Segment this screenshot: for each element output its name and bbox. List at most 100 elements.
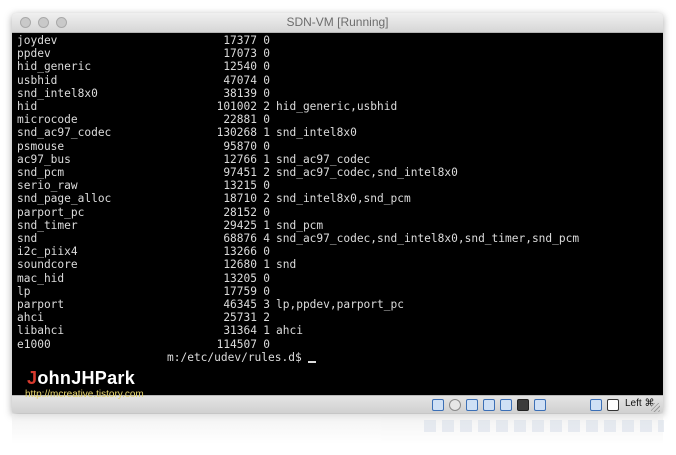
shared-folders-icon[interactable] [483,399,495,411]
module-used-by: snd_ac97_codec,snd_intel8x0,snd_timer,sn… [276,232,580,245]
module-row: soundcore 12680 1 snd [17,258,657,271]
hard-disk-icon[interactable] [432,399,444,411]
module-size: 25731 [223,311,257,325]
module-name: parport_pc [17,205,85,219]
module-name: hid [17,100,38,113]
module-size: 101002 [216,100,257,113]
module-used-count: 0 [263,113,270,127]
watermark-name: ohnJHPark [37,368,136,388]
module-row: snd_page_alloc 18710 2 snd_intel8x0,snd_pcm [17,192,657,205]
module-used-count: 0 [263,179,270,193]
optical-drive-icon[interactable] [449,399,461,411]
module-used-count: 0 [263,73,270,87]
module-name: serio_raw [17,179,78,193]
module-name: snd_ac97_codec [17,126,112,140]
module-row: joydev 17377 0 [17,34,657,47]
module-row: hid 101002 2 hid_generic,usbhid [17,100,657,113]
resize-grip[interactable] [651,403,660,412]
module-name: ac97_bus [17,152,71,166]
module-used-count: 0 [263,60,270,74]
video-capture-icon[interactable] [534,399,546,411]
shell-prompt[interactable]: m:/etc/udev/rules.d$ [167,350,317,364]
module-used-by: snd_intel8x0,snd_pcm [276,192,411,206]
module-size: 97451 [223,166,257,179]
module-used-count: 2 [263,100,270,113]
module-used-count: 0 [263,337,270,351]
module-size: 46345 [223,298,257,311]
module-row: i2c_piix4 13266 0 [17,245,657,258]
prompt-spacer [302,351,309,364]
module-row: libahci 31364 1 ahci [17,324,657,337]
mouse-integration-icon[interactable] [590,399,602,411]
module-row: snd_timer 29425 1 snd_pcm [17,219,657,232]
module-size: 31364 [223,324,257,338]
module-name: psmouse [17,139,65,153]
module-name: libahci [17,324,65,338]
window-title: SDN-VM [Running] [286,15,389,29]
module-row: snd 68876 4 snd_ac97_codec,snd_intel8x0,snd… [17,232,657,245]
module-used-count: 0 [263,86,270,100]
keyboard-capture-icon[interactable] [607,399,619,411]
title-bar[interactable]: SDN-VM [Running] [12,13,663,33]
module-size: 68876 [223,232,257,245]
module-used-count: 0 [263,34,270,47]
module-used-count: 3 [263,298,270,311]
module-size: 12766 [223,152,257,166]
terminal-screen[interactable]: joydev 17377 0 ppdev 17073 0 hid_generic 12540 0… [12,33,663,395]
module-row: e1000 114507 0 [17,338,657,351]
module-size: 38139 [223,86,257,100]
module-name: parport [17,298,65,311]
watermark-initial: J [27,368,38,388]
module-used-by: snd_ac97_codec,snd_intel8x0 [276,166,458,179]
module-size: 114507 [216,337,257,351]
module-size: 17073 [223,47,257,61]
usb-icon[interactable] [466,399,478,411]
module-used-by: snd_ac97_codec [276,152,371,166]
watermark-url: http://mcreative.tistory.com [25,389,144,400]
module-size: 17377 [223,34,257,47]
module-used-count: 2 [263,192,270,206]
module-used-by: lp,ppdev,parport_pc [276,298,404,311]
display-icon[interactable] [500,399,512,411]
module-used-count: 2 [263,311,270,325]
module-name: lp [17,284,31,298]
module-row: ahci 25731 2 [17,311,657,324]
prompt-text: m:/etc/udev/rules.d$ [167,350,302,364]
network-icon[interactable] [517,399,529,411]
module-size: 28152 [223,205,257,219]
module-size: 12680 [223,258,257,272]
module-row: lp 17759 0 [17,285,657,298]
module-name: ppdev [17,47,51,61]
module-name: soundcore [17,258,78,272]
module-name: snd_timer [17,218,78,232]
module-used-count: 1 [263,152,270,166]
module-size: 17759 [223,284,257,298]
module-used-count: 0 [263,245,270,259]
module-size: 47074 [223,73,257,87]
module-row: mac_hid 13205 0 [17,272,657,285]
module-row: snd_intel8x0 38139 0 [17,87,657,100]
module-used-by: snd_intel8x0 [276,126,357,140]
module-used-by: hid_generic,usbhid [276,100,398,113]
watermark-author: JohnJHPark [27,368,135,389]
module-row: microcode 22881 0 [17,113,657,126]
module-used-count: 1 [263,126,270,140]
module-used-count: 1 [263,324,270,338]
module-used-count: 0 [263,271,270,285]
module-row: parport 46345 3 lp,ppdev,parport_pc [17,298,657,311]
module-name: usbhid [17,73,58,87]
module-used-count: 0 [263,139,270,153]
module-used-count: 0 [263,205,270,219]
module-name: i2c_piix4 [17,245,78,259]
module-row: snd_pcm 97451 2 snd_ac97_codec,snd_intel8x0 [17,166,657,179]
module-row: ac97_bus 12766 1 snd_ac97_codec [17,153,657,166]
module-size: 22881 [223,113,257,127]
module-name: joydev [17,34,58,47]
module-size: 13266 [223,245,257,259]
module-row: ppdev 17073 0 [17,47,657,60]
module-size: 95870 [223,139,257,153]
module-size: 12540 [223,60,257,74]
module-name: hid_generic [17,60,92,74]
module-name: snd_pcm [17,166,65,179]
module-size: 130268 [216,126,257,140]
